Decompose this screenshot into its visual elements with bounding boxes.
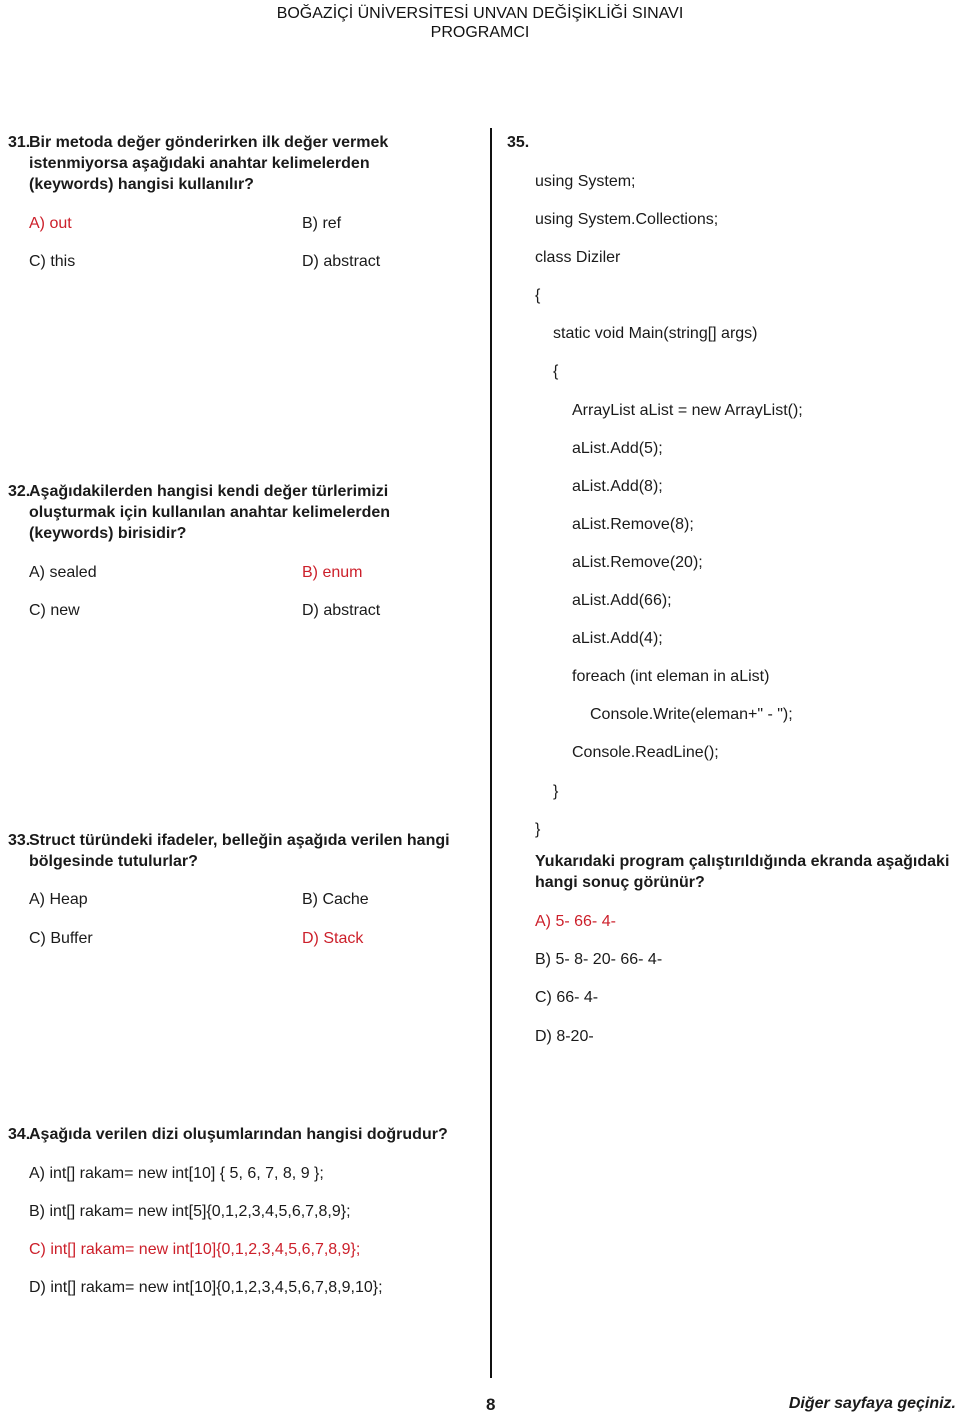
option-b[interactable]: B) Cache xyxy=(302,890,369,909)
option-c[interactable]: C) int[] rakam= new int[10]{0,1,2,3,4,5,… xyxy=(29,1240,360,1259)
option-a[interactable]: A) out xyxy=(29,214,72,233)
question-number: 35. xyxy=(507,134,530,151)
option-b[interactable]: B) 5- 8- 20- 66- 4- xyxy=(535,950,662,969)
option-b[interactable]: B) ref xyxy=(302,214,341,233)
code-line: aList.Remove(8); xyxy=(572,516,694,533)
question-text: Aşağıda verilen dizi oluşumlarından hang… xyxy=(29,1126,448,1143)
option-a[interactable]: A) sealed xyxy=(29,563,97,582)
code-line: class Diziler xyxy=(535,249,621,266)
option-c[interactable]: C) new xyxy=(29,601,80,620)
code-line: static void Main(string[] args) xyxy=(553,325,758,342)
page-number: 8 xyxy=(486,1395,496,1414)
exam-subtitle: PROGRAMCI xyxy=(430,24,530,41)
exam-title: BOĞAZİÇİ ÜNİVERSİTESİ UNVAN DEĞİŞİKLİĞİ … xyxy=(276,5,684,22)
question-text: (keywords) birisidir? xyxy=(29,525,187,542)
option-c[interactable]: C) Buffer xyxy=(29,929,93,948)
code-line: using System.Collections; xyxy=(535,211,719,228)
option-d[interactable]: D) 8-20- xyxy=(535,1027,594,1046)
code-line: foreach (int eleman in aList) xyxy=(572,668,770,685)
code-line: ArrayList aList = new ArrayList(); xyxy=(572,402,803,419)
code-line: aList.Add(66); xyxy=(572,592,672,609)
question-text: oluşturmak için kullanılan anahtar kelim… xyxy=(29,504,391,521)
question-text: Bir metoda değer gönderirken ilk değer v… xyxy=(29,134,389,151)
question-number: 33. xyxy=(8,832,31,849)
next-page-note: Diğer sayfaya geçiniz. xyxy=(788,1395,956,1412)
code-line: { xyxy=(553,363,559,380)
option-b[interactable]: B) int[] rakam= new int[5]{0,1,2,3,4,5,6… xyxy=(29,1202,351,1221)
question-text: Yukarıdaki program çalıştırıldığında ekr… xyxy=(535,853,950,870)
question-text: Struct türündeki ifadeler, belleğin aşağ… xyxy=(29,832,450,849)
code-line: } xyxy=(553,783,559,800)
option-d[interactable]: D) int[] rakam= new int[10]{0,1,2,3,4,5,… xyxy=(29,1278,383,1297)
code-line: } xyxy=(535,821,541,838)
code-line: aList.Remove(20); xyxy=(572,554,703,571)
option-d[interactable]: D) Stack xyxy=(302,929,363,948)
option-b[interactable]: B) enum xyxy=(302,563,362,582)
option-c[interactable]: C) 66- 4- xyxy=(535,988,598,1007)
code-line: { xyxy=(535,287,541,304)
question-text: bölgesinde tutulurlar? xyxy=(29,853,198,870)
option-d[interactable]: D) abstract xyxy=(302,601,380,620)
question-number: 32. xyxy=(8,483,31,500)
code-line: aList.Add(4); xyxy=(572,630,663,647)
code-line: Console.ReadLine(); xyxy=(572,744,719,761)
option-c[interactable]: C) this xyxy=(29,252,75,271)
question-number: 34. xyxy=(8,1126,31,1143)
question-text: istenmiyorsa aşağıdaki anahtar kelimeler… xyxy=(29,155,370,172)
question-text: hangi sonuç görünür? xyxy=(535,874,705,891)
question-text: (keywords) hangisi kullanılır? xyxy=(29,176,254,193)
code-line: Console.Write(eleman+" - "); xyxy=(590,706,793,723)
column-divider xyxy=(490,128,492,1378)
code-line: aList.Add(5); xyxy=(572,440,663,457)
option-a[interactable]: A) Heap xyxy=(29,890,88,909)
option-a[interactable]: A) int[] rakam= new int[10] { 5, 6, 7, 8… xyxy=(29,1164,324,1183)
option-a[interactable]: A) 5- 66- 4- xyxy=(535,912,616,931)
option-d[interactable]: D) abstract xyxy=(302,252,380,271)
question-text: Aşağıdakilerden hangisi kendi değer türl… xyxy=(29,483,389,500)
code-line: aList.Add(8); xyxy=(572,478,663,495)
question-number: 31. xyxy=(8,134,31,151)
code-line: using System; xyxy=(535,173,636,190)
